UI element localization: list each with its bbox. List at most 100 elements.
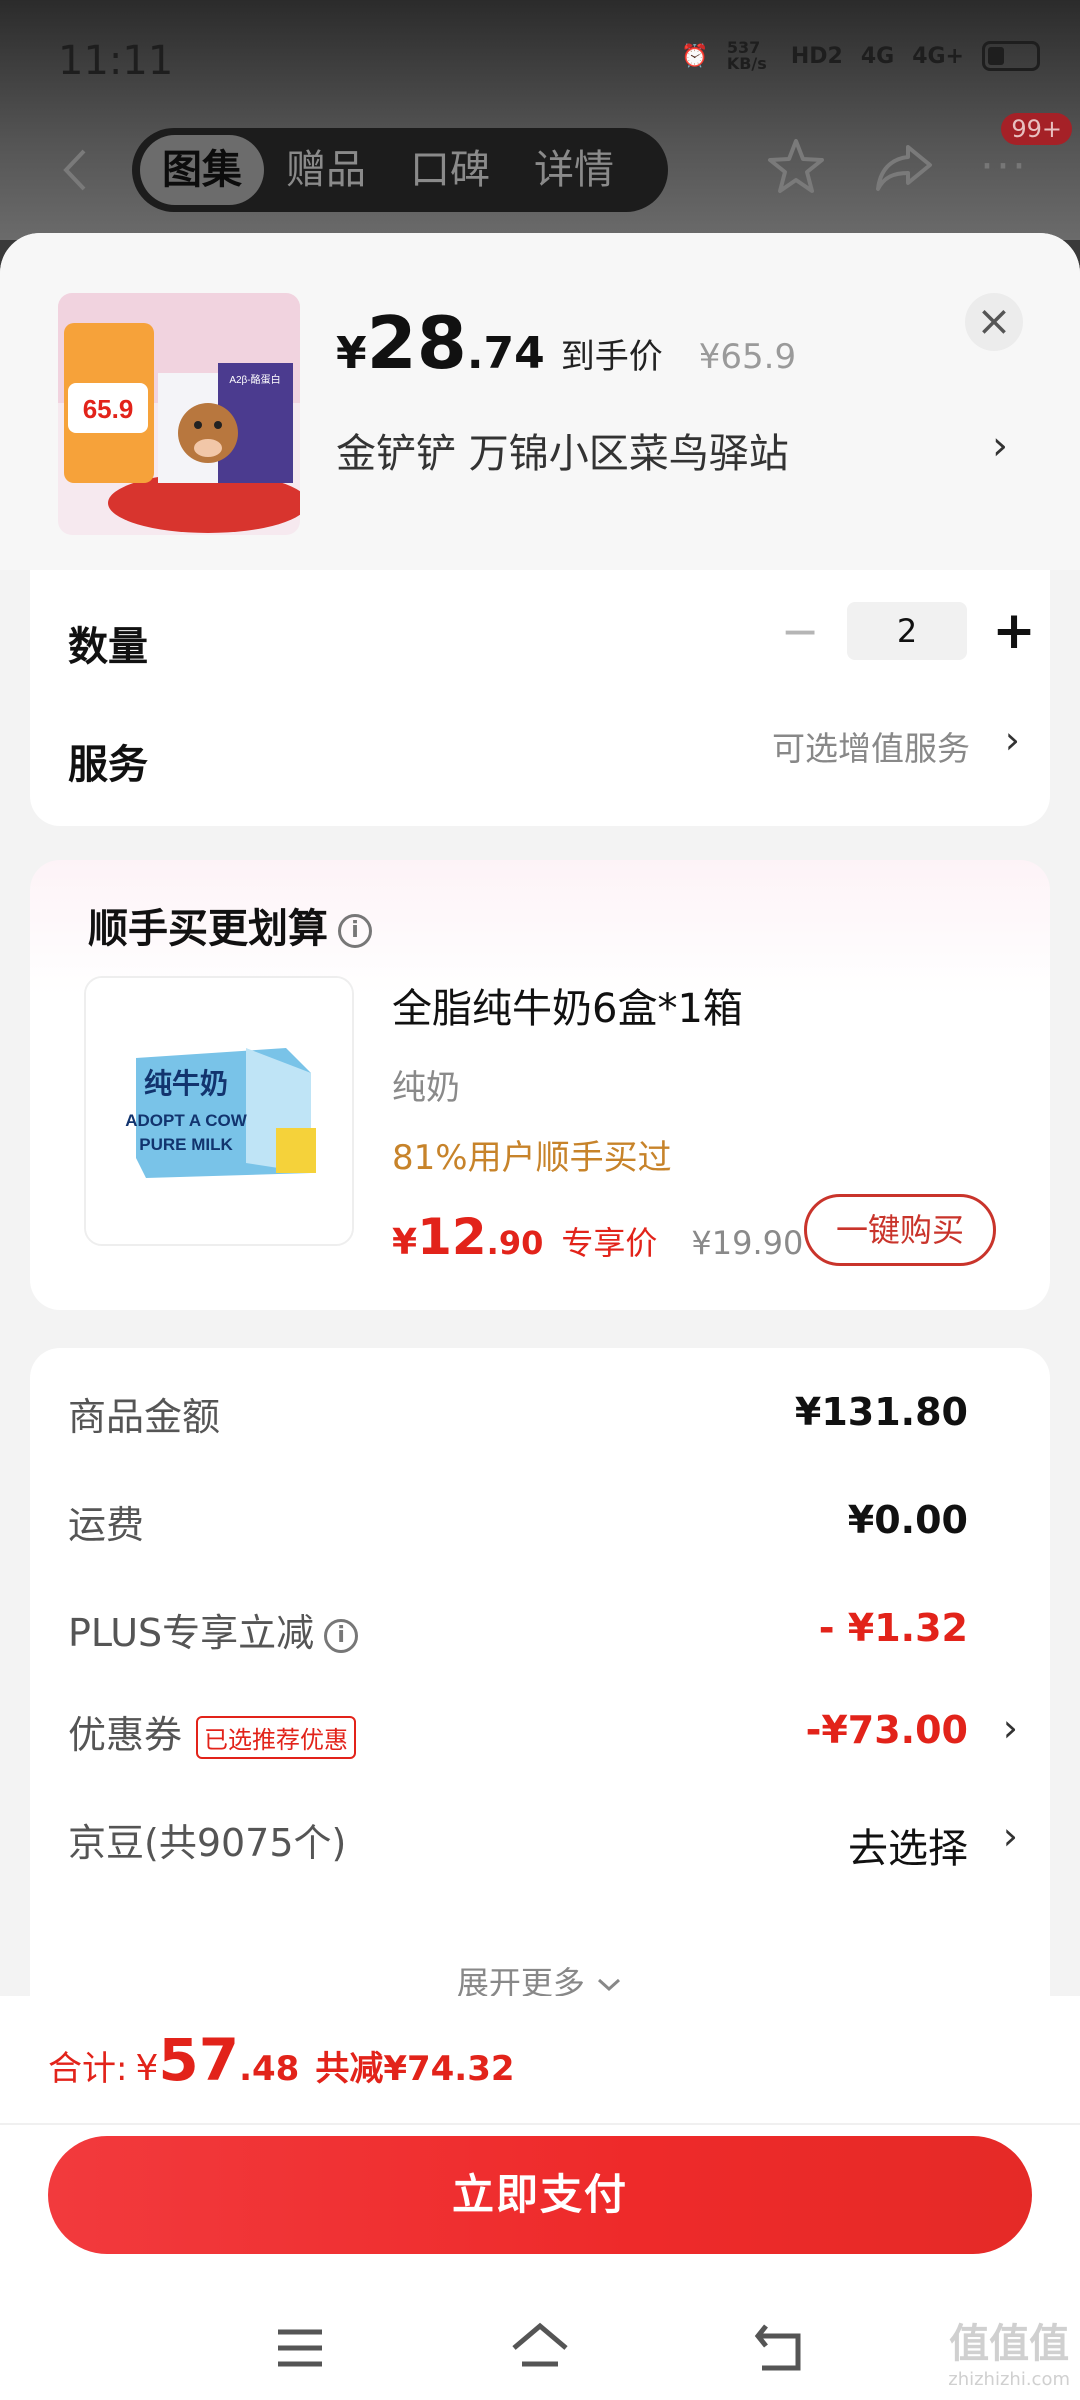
battery-icon <box>982 41 1040 71</box>
service-chevron-icon[interactable]: › <box>1005 718 1020 762</box>
message-badge: 99+ <box>1001 113 1072 145</box>
recommend-title: 顺手买更划算 i <box>88 896 372 954</box>
coupon-text: 优惠券 <box>68 1713 183 1757</box>
price-tag: 到手价 <box>560 337 663 377</box>
original-price: ¥65.9 <box>698 337 797 377</box>
plus-info-icon[interactable]: i <box>324 1618 359 1653</box>
rec-img-line2: ADOPT A COW <box>125 1111 247 1130</box>
total-summary: 合计: ¥ 57 .48 共减¥74.32 <box>48 2026 515 2094</box>
menu-icon[interactable] <box>270 2318 330 2378</box>
coupon-row[interactable]: 优惠券 已选推荐优惠 -¥73.00 › <box>68 1698 1018 1768</box>
product-header: 65.9 A2β-酪蛋白 ¥ 28 .74 到手价 ¥65.9 金铲铲 万锦小区… <box>0 233 1080 570</box>
shipping-value: ¥0.00 <box>847 1498 968 1542</box>
service-label: 服务 <box>68 742 148 788</box>
product-thumbnail: 65.9 A2β-酪蛋白 <box>58 293 300 535</box>
status-time: 11:11 <box>58 38 174 84</box>
recommend-percentage: 81%用户顺手买过 <box>392 1138 672 1178</box>
rec-img-line1: 纯牛奶 <box>144 1068 228 1099</box>
total-savings: 共减¥74.32 <box>315 2049 515 2089</box>
info-icon[interactable]: i <box>338 914 372 948</box>
goods-amount-row: 商品金额 ¥131.80 <box>68 1380 1018 1450</box>
watermark-logo: 值值值 zhizhizhi.com <box>948 2311 1070 2390</box>
coupon-label: 优惠券 已选推荐优惠 <box>68 1704 357 1759</box>
more-menu[interactable]: ··· 99+ <box>980 113 1072 199</box>
plus-discount-row: PLUS专享立减 i - ¥1.32 <box>68 1596 1018 1666</box>
status-bar: 11:11 ⏰ 537 KB/s HD2 4G 4G+ <box>0 0 1080 110</box>
pay-now-button[interactable]: 立即支付 <box>48 2136 1032 2254</box>
quantity-stepper: − 2 + <box>775 602 1039 660</box>
signal-icon-2: 4G+ <box>912 43 964 69</box>
signal-icon-1: 4G <box>860 43 895 69</box>
tab-gifts[interactable]: 赠品 <box>264 135 388 205</box>
checkout-footer: 合计: ¥ 57 .48 共减¥74.32 立即支付 值值值 zhizhizhi… <box>0 1996 1080 2400</box>
quantity-label: 数量 <box>68 624 148 670</box>
total-decimal: .48 <box>239 2049 300 2089</box>
goods-amount-label: 商品金额 <box>68 1395 221 1439</box>
jingdou-value: 去选择 <box>848 1826 968 1872</box>
price-symbol: ¥ <box>336 328 367 379</box>
thumb-promo-text: 65.9 <box>83 394 134 424</box>
tab-gallery[interactable]: 图集 <box>140 135 264 205</box>
jingdou-chevron-icon[interactable]: › <box>1003 1814 1018 1858</box>
product-tabs: 图集 赠品 口碑 详情 <box>132 128 668 212</box>
total-label: 合计: <box>48 2049 128 2089</box>
close-button[interactable]: × <box>965 293 1023 351</box>
nav-actions: ··· 99+ <box>764 113 1072 199</box>
net-speed: 537 KB/s <box>726 38 767 73</box>
home-icon[interactable] <box>510 2318 570 2378</box>
decrease-button[interactable]: − <box>775 604 825 658</box>
status-icons: ⏰ 537 KB/s HD2 4G 4G+ <box>681 40 1040 72</box>
tab-reviews[interactable]: 口碑 <box>388 135 512 205</box>
price-integer: 28 <box>366 301 467 385</box>
alarm-icon: ⏰ <box>681 43 709 69</box>
service-hint[interactable]: 可选增值服务 <box>772 722 970 770</box>
hd-icon: HD2 <box>790 43 843 69</box>
product-price: ¥ 28 .74 到手价 ¥65.9 <box>336 301 796 385</box>
rec-original-price: ¥19.90 <box>691 1224 804 1262</box>
recommend-name[interactable]: 全脂纯牛奶6盒*1箱 <box>392 976 743 1034</box>
coupon-value: -¥73.00 <box>805 1708 968 1752</box>
recommend-price: ¥ 12 .90 专享价 ¥19.90 <box>392 1208 803 1266</box>
options-card: 数量 − 2 + 服务 可选增值服务 › <box>30 570 1050 826</box>
footer-divider <box>0 2123 1080 2125</box>
purchase-sheet: 65.9 A2β-酪蛋白 ¥ 28 .74 到手价 ¥65.9 金铲铲 万锦小区… <box>0 233 1080 2400</box>
plus-discount-text: PLUS专享立减 <box>68 1611 315 1655</box>
shipping-label: 运费 <box>68 1503 145 1547</box>
watermark-main: 值值值 <box>949 2321 1070 2367</box>
coupon-recommend-tag: 已选推荐优惠 <box>196 1716 357 1759</box>
rec-price-symbol: ¥ <box>392 1222 418 1263</box>
rec-price-integer: 12 <box>417 1208 487 1266</box>
goods-amount-value: ¥131.80 <box>794 1390 968 1434</box>
rec-price-decimal: .90 <box>486 1224 544 1262</box>
favorite-star-icon[interactable] <box>764 135 828 199</box>
plus-discount-label: PLUS专享立减 i <box>68 1602 359 1657</box>
watermark-sub: zhizhizhi.com <box>948 2369 1070 2390</box>
rec-price-tag: 专享价 <box>561 1224 658 1262</box>
recommend-card: 顺手买更划算 i 纯牛奶 ADOPT A COW PURE MILK 全脂纯牛奶6… <box>30 860 1050 1310</box>
increase-button[interactable]: + <box>989 602 1039 660</box>
back-arrow-icon[interactable] <box>52 145 102 195</box>
system-nav-bar <box>0 2296 1080 2400</box>
back-nav-icon[interactable] <box>752 2318 812 2378</box>
shipping-row: 运费 ¥0.00 <box>68 1488 1018 1558</box>
chevron-down-icon <box>598 1978 621 1992</box>
tab-details[interactable]: 详情 <box>512 135 636 205</box>
thumb-box-text: A2β-酪蛋白 <box>229 373 280 386</box>
quantity-input[interactable]: 2 <box>847 602 967 660</box>
share-icon[interactable] <box>872 135 936 199</box>
one-click-buy-button[interactable]: 一键购买 <box>804 1194 996 1266</box>
plus-discount-value: - ¥1.32 <box>818 1606 968 1650</box>
address-chevron-icon[interactable]: › <box>992 423 1008 469</box>
rec-img-line3: PURE MILK <box>139 1135 233 1154</box>
delivery-address[interactable]: 金铲铲 万锦小区菜鸟驿站 <box>336 421 789 479</box>
price-decimal: .74 <box>466 328 545 379</box>
coupon-chevron-icon[interactable]: › <box>1003 1706 1018 1750</box>
recommend-product-image[interactable]: 纯牛奶 ADOPT A COW PURE MILK <box>84 976 354 1246</box>
product-top-nav: 图集 赠品 口碑 详情 ··· 99+ <box>0 113 1080 215</box>
jingdou-label: 京豆(共9075个) <box>68 1821 347 1865</box>
recommend-category: 纯奶 <box>392 1068 460 1108</box>
total-symbol: ¥ <box>135 2048 159 2089</box>
jingdou-row[interactable]: 京豆(共9075个) 去选择 › <box>68 1806 1018 1876</box>
total-integer: 57 <box>158 2026 240 2094</box>
recommend-title-text: 顺手买更划算 <box>88 906 328 952</box>
